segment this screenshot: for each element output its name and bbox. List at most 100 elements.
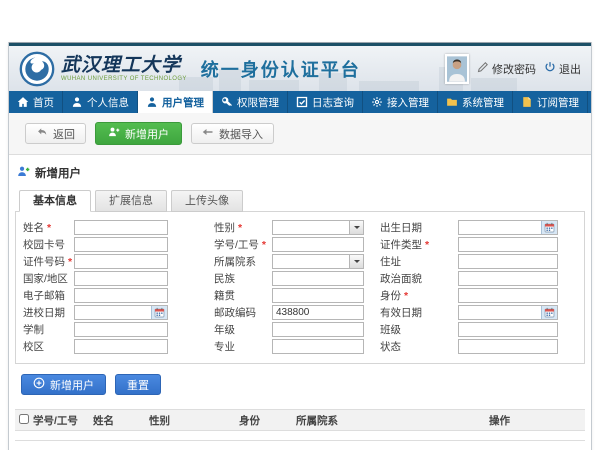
nav-item-permission[interactable]: 权限管理 — [213, 91, 288, 113]
section-title: 新增用户 — [17, 165, 585, 181]
campus-card-field — [74, 237, 168, 252]
user-avatar — [445, 54, 469, 84]
required-asterisk: * — [238, 222, 242, 234]
name-input[interactable] — [75, 221, 167, 234]
native-place-input[interactable] — [273, 289, 363, 302]
back-arrow-icon — [36, 126, 48, 141]
political-status-field — [458, 271, 558, 286]
class-field — [458, 322, 558, 337]
study-length-input[interactable] — [75, 323, 167, 336]
reset-button-label: 重置 — [127, 377, 149, 393]
political-status-label-text: 政治面貌 — [380, 273, 422, 285]
column-header: 性别 — [149, 413, 239, 428]
new-user-form: 姓名*性别*出生日期校园卡号学号/工号*证件类型*证件号码*所属院系住址国家/地… — [15, 211, 585, 364]
power-icon — [544, 61, 556, 76]
ethnicity-input[interactable] — [273, 272, 363, 285]
campus-card-input[interactable] — [75, 238, 167, 251]
nav-item-access-mgmt[interactable]: 接入管理 — [363, 91, 438, 113]
valid-date-label: 有效日期 — [380, 305, 458, 320]
nav-item-label: 权限管理 — [237, 95, 279, 110]
form-row: 证件号码*所属院系住址 — [16, 253, 584, 270]
campus-field — [74, 339, 168, 354]
id-type-input[interactable] — [459, 238, 557, 251]
content-area: 新增用户 基本信息扩展信息上传头像 姓名*性别*出生日期校园卡号学号/工号*证件… — [9, 165, 591, 450]
campus-label: 校区 — [16, 339, 74, 354]
address-input[interactable] — [459, 255, 557, 268]
id-type-field — [458, 237, 558, 252]
birth-date-label: 出生日期 — [380, 220, 458, 235]
platform-title: 统一身份认证平台 — [201, 56, 361, 82]
tab-basic-info[interactable]: 基本信息 — [19, 190, 91, 212]
users-table-empty-body — [15, 431, 585, 440]
class-input[interactable] — [459, 323, 557, 336]
data-import-button[interactable]: 数据导入 — [191, 123, 274, 144]
valid-date-field — [458, 305, 558, 320]
id-type-label: 证件类型* — [380, 237, 458, 252]
identity-input[interactable] — [459, 289, 557, 302]
tab-extended-info[interactable]: 扩展信息 — [95, 190, 167, 212]
email-input[interactable] — [75, 289, 167, 302]
nav-item-log-query[interactable]: 日志查询 — [288, 91, 363, 113]
submit-new-user-button[interactable]: 新增用户 — [21, 374, 106, 395]
nav-item-system-mgmt[interactable]: 系统管理 — [438, 91, 513, 113]
status-input[interactable] — [459, 340, 557, 353]
select-all-cell — [15, 414, 33, 427]
student-id-label: 学号/工号* — [214, 237, 272, 252]
native-place-field — [272, 288, 364, 303]
chevron-down-icon[interactable] — [349, 255, 363, 268]
select-all-checkbox[interactable] — [19, 414, 29, 424]
id-type-label-text: 证件类型 — [380, 239, 422, 251]
enroll-date-field — [74, 305, 168, 320]
toolbar: 返回 新增用户 数据导入 — [9, 113, 591, 155]
main-nav: 首页 个人信息用户管理 权限管理日志查询接入管理系统管理订阅管理 — [9, 91, 591, 113]
calendar-icon[interactable] — [541, 221, 557, 234]
name-label-text: 姓名 — [23, 222, 44, 234]
submit-new-user-label: 新增用户 — [50, 377, 94, 393]
data-import-label: 数据导入 — [219, 126, 263, 142]
grade-label-text: 年级 — [214, 324, 235, 336]
identity-label-text: 身份 — [380, 290, 401, 302]
nav-item-user-mgmt[interactable]: 用户管理 — [138, 91, 213, 113]
nav-item-subscription[interactable]: 订阅管理 — [513, 91, 588, 113]
nav-item-home[interactable]: 首页 — [9, 91, 63, 113]
address-label: 住址 — [380, 254, 458, 269]
major-label: 专业 — [214, 339, 272, 354]
grade-input[interactable] — [273, 323, 363, 336]
id-number-input[interactable] — [75, 255, 167, 268]
political-status-label: 政治面貌 — [380, 271, 458, 286]
page: 武汉理工大学 WUHAN UNIVERSITY OF TECHNOLOGY 统一… — [0, 0, 600, 450]
major-input[interactable] — [273, 340, 363, 353]
change-password-label: 修改密码 — [492, 61, 536, 77]
back-button[interactable]: 返回 — [25, 123, 86, 144]
reset-button[interactable]: 重置 — [115, 374, 161, 395]
gender-field — [272, 220, 364, 235]
calendar-icon[interactable] — [541, 306, 557, 319]
tab-upload-avatar[interactable]: 上传头像 — [171, 190, 243, 212]
campus-input[interactable] — [75, 340, 167, 353]
birth-date-label-text: 出生日期 — [380, 222, 422, 234]
new-user-toolbar-button[interactable]: 新增用户 — [95, 122, 182, 145]
gender-label: 性别* — [214, 220, 272, 235]
study-length-label-text: 学制 — [23, 324, 44, 336]
nav-item-label: 个人信息 — [87, 95, 129, 110]
form-tabs: 基本信息扩展信息上传头像 — [15, 190, 585, 211]
change-password-link[interactable]: 修改密码 — [477, 61, 536, 77]
ethnicity-label: 民族 — [214, 271, 272, 286]
calendar-icon[interactable] — [151, 306, 167, 319]
political-status-input[interactable] — [459, 272, 557, 285]
chevron-down-icon[interactable] — [349, 221, 363, 234]
university-name-cn: 武汉理工大学 — [61, 56, 187, 76]
nav-item-profile[interactable]: 个人信息 — [63, 91, 138, 113]
address-field — [458, 254, 558, 269]
identity-field — [458, 288, 558, 303]
student-id-input[interactable] — [273, 238, 363, 251]
country-region-input[interactable] — [75, 272, 167, 285]
form-actions: 新增用户 重置 — [21, 374, 585, 395]
logout-link[interactable]: 退出 — [544, 61, 581, 77]
valid-date-label-text: 有效日期 — [380, 307, 422, 319]
postal-code-input[interactable] — [273, 306, 363, 319]
import-arrow-icon — [202, 126, 214, 141]
gear-icon — [371, 96, 383, 108]
back-button-label: 返回 — [53, 126, 75, 142]
required-asterisk: * — [425, 239, 429, 251]
